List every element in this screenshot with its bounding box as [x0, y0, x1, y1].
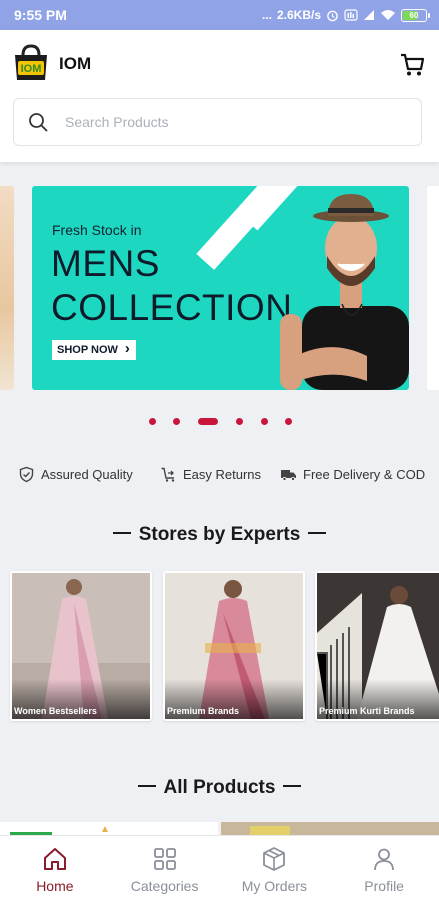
wifi-icon: [381, 10, 395, 20]
carousel-dot[interactable]: [149, 418, 156, 425]
carousel-dot[interactable]: [261, 418, 268, 425]
carousel-dot[interactable]: [285, 418, 292, 425]
feature-assured-quality: Assured Quality: [18, 466, 133, 483]
feature-label: Easy Returns: [183, 467, 262, 482]
logo-text: IOM: [21, 63, 42, 75]
store-label: Women Bestsellers: [12, 679, 150, 719]
products-section-title: All Products: [0, 777, 439, 799]
cart-icon[interactable]: [398, 50, 426, 78]
package-icon: [263, 847, 286, 871]
stores-title-text: Stores by Experts: [138, 524, 301, 545]
nav-label: Home: [36, 878, 74, 894]
delivery-truck-icon: [281, 470, 296, 481]
return-cart-icon: [161, 467, 175, 482]
network-speed: 2.6KB/s: [276, 8, 321, 22]
nav-label: Categories: [130, 878, 199, 894]
store-card-women-bestsellers[interactable]: Women Bestsellers: [10, 571, 152, 721]
feature-label: Free Delivery & COD: [303, 467, 426, 482]
banner-title: MENS COLLECTION: [51, 242, 292, 330]
banner-model-image: [280, 194, 409, 390]
stores-section-title: Stores by Experts: [0, 524, 439, 546]
nav-label: My Orders: [241, 878, 308, 894]
iom-logo-icon[interactable]: IOM: [13, 44, 49, 82]
previous-slide-peek[interactable]: [0, 186, 14, 390]
carousel-dot[interactable]: [173, 418, 180, 425]
search-input[interactable]: [65, 114, 385, 130]
nav-my-orders[interactable]: My Orders: [220, 836, 330, 900]
app-header: IOM IOM: [0, 30, 439, 162]
feature-easy-returns: Easy Returns: [160, 466, 261, 483]
store-card-premium-kurti-brands[interactable]: Premium Kurti Brands: [315, 571, 439, 721]
grid-icon: [153, 848, 176, 870]
battery-icon: 60: [401, 8, 430, 22]
banner-title-line1: MENS: [51, 243, 160, 284]
status-time: 9:55 PM: [14, 7, 67, 23]
carousel-indicators[interactable]: [0, 414, 439, 428]
status-bar: 9:55 PM ... 2.6KB/s 60: [0, 0, 439, 30]
bottom-navigation: Home Categories My Orders Profile: [0, 835, 439, 900]
nav-categories[interactable]: Categories: [110, 836, 220, 900]
banner-title-line2: COLLECTION: [51, 287, 293, 328]
notification-dots: ...: [261, 8, 272, 22]
nav-profile[interactable]: Profile: [329, 836, 439, 900]
title-dash: [112, 532, 131, 535]
title-dash: [137, 785, 156, 788]
store-label: Premium Kurti Brands: [317, 679, 439, 719]
next-slide-peek[interactable]: [427, 186, 439, 390]
store-card-premium-brands[interactable]: Premium Brands: [163, 571, 305, 721]
carousel-dot[interactable]: [236, 418, 243, 425]
products-title-text: All Products: [163, 777, 276, 798]
feature-free-delivery: Free Delivery & COD: [280, 466, 425, 483]
search-box[interactable]: [13, 98, 422, 146]
status-indicators: ... 2.6KB/s 60: [261, 8, 430, 22]
volte-icon: [344, 9, 358, 21]
title-dash: [283, 785, 302, 788]
search-icon: [29, 113, 48, 132]
banner-kicker: Fresh Stock in: [52, 222, 142, 238]
title-dash: [308, 532, 327, 535]
person-icon: [374, 848, 395, 871]
alarm-icon: [327, 10, 338, 21]
nav-home[interactable]: Home: [0, 836, 110, 900]
store-label: Premium Brands: [165, 679, 303, 719]
home-icon: [43, 848, 66, 870]
app-title: IOM: [59, 54, 92, 73]
battery-level: 60: [409, 10, 419, 20]
shield-check-icon: [19, 466, 34, 483]
carousel-dot-active[interactable]: [198, 418, 218, 425]
mens-collection-banner[interactable]: Fresh Stock in MENS COLLECTION SHOP NOW: [32, 186, 409, 390]
shop-now-button[interactable]: SHOP NOW: [52, 339, 136, 360]
feature-badges: Assured Quality Easy Returns Free Delive…: [0, 466, 439, 488]
feature-label: Assured Quality: [41, 467, 133, 482]
nav-label: Profile: [364, 878, 404, 894]
signal-icon: [364, 10, 374, 20]
banner-carousel[interactable]: Fresh Stock in MENS COLLECTION SHOP NOW: [0, 182, 439, 392]
